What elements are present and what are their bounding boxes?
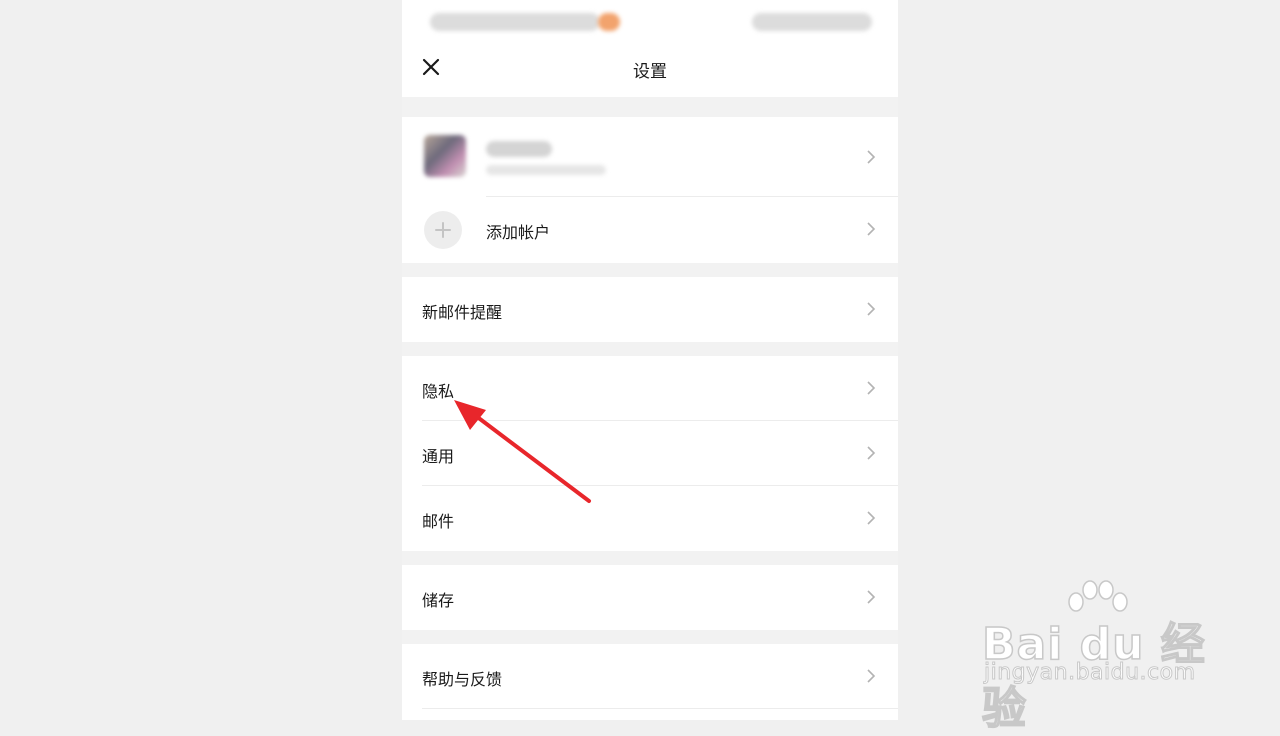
chevron-right-icon — [867, 590, 876, 604]
settings-item-privacy[interactable]: 隐私 — [402, 356, 898, 421]
chevron-right-icon — [867, 222, 876, 236]
page-title: 设置 — [633, 62, 667, 82]
notifications-group: 新邮件提醒 — [402, 277, 898, 342]
settings-item-general[interactable]: 通用 — [402, 421, 898, 486]
status-notification-blurred — [598, 13, 620, 31]
avatar — [424, 135, 466, 177]
status-right-blurred — [752, 13, 872, 31]
item-label: 邮件 — [422, 512, 455, 531]
item-label: 新邮件提醒 — [422, 303, 503, 322]
chevron-right-icon — [867, 381, 876, 395]
chevron-right-icon — [867, 446, 876, 460]
chevron-right-icon — [867, 511, 876, 525]
accounts-group: 添加帐户 — [402, 117, 898, 263]
watermark-brand: Bai du 经验 — [981, 618, 1206, 735]
add-account-row[interactable]: 添加帐户 — [402, 197, 898, 263]
settings-item-storage[interactable]: 储存 — [402, 565, 898, 630]
account-name-blurred — [486, 141, 552, 157]
item-label: 储存 — [422, 591, 455, 610]
status-bar — [402, 0, 898, 44]
settings-item-new-mail-alert[interactable]: 新邮件提醒 — [402, 277, 898, 342]
phone-screen: 设置 添加帐户 新邮件提醒 隐私 通用 邮件 储存 帮助与反馈 — [402, 0, 898, 720]
status-left-blurred — [430, 13, 600, 31]
plus-icon — [424, 211, 462, 249]
item-label: 通用 — [422, 447, 455, 466]
divider — [422, 708, 898, 709]
title-bar: 设置 — [402, 44, 898, 97]
paw-logo-icon — [1068, 580, 1128, 612]
account-email-blurred — [486, 165, 606, 175]
storage-group: 储存 — [402, 565, 898, 630]
help-group: 帮助与反馈 — [402, 644, 898, 720]
item-label: 隐私 — [422, 382, 455, 401]
add-account-label: 添加帐户 — [486, 223, 551, 242]
general-settings-group: 隐私 通用 邮件 — [402, 356, 898, 551]
watermark: Bai du 经验 jingyan.baidu.com — [981, 580, 1222, 735]
current-account-row[interactable] — [402, 117, 898, 197]
item-label: 帮助与反馈 — [422, 670, 503, 689]
watermark-url: jingyan.baidu.com — [984, 660, 1196, 686]
chevron-right-icon — [867, 669, 876, 683]
chevron-right-icon — [867, 150, 876, 164]
settings-item-help-feedback[interactable]: 帮助与反馈 — [402, 644, 898, 709]
chevron-right-icon — [867, 302, 876, 316]
settings-item-mail[interactable]: 邮件 — [402, 486, 898, 551]
